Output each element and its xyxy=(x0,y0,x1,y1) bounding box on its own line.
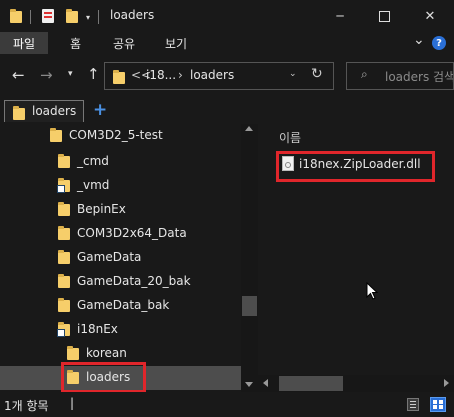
tree-item-label: GameData_20_bak xyxy=(77,274,191,288)
file-highlight-box xyxy=(276,151,435,182)
help-icon[interactable]: ? xyxy=(432,36,446,50)
tree-item-gamedata-20-bak[interactable]: GameData_20_bak xyxy=(0,270,241,294)
scroll-left-icon[interactable] xyxy=(263,379,268,387)
tree-item-vmd[interactable]: _vmd xyxy=(0,174,241,198)
title-bar: ▾ loaders ─ ✕ xyxy=(0,0,454,32)
scroll-thumb[interactable] xyxy=(242,296,257,316)
minimize-icon: ─ xyxy=(336,9,344,23)
folder-icon xyxy=(10,9,22,23)
scroll-down-icon[interactable] xyxy=(245,382,253,387)
tab-view[interactable]: 보기 xyxy=(165,35,187,52)
quick-access-dropdown-icon[interactable]: ▾ xyxy=(86,13,90,22)
expand-ribbon-icon[interactable]: ⌄ xyxy=(413,32,425,48)
tab-share-label: 공유 xyxy=(113,37,136,51)
details-view-icon[interactable] xyxy=(407,398,419,411)
scroll-right-icon[interactable] xyxy=(444,379,449,387)
tab-home-label: 홈 xyxy=(70,37,82,51)
folder-icon xyxy=(58,298,70,312)
folder-shortcut-icon xyxy=(57,322,70,337)
recent-locations-icon[interactable]: ▾ xyxy=(68,69,73,79)
minimize-button[interactable]: ─ xyxy=(318,0,362,32)
tree-item-label: GameData_bak xyxy=(77,298,170,312)
forward-icon[interactable]: → xyxy=(40,66,53,84)
content-pane: 이름 i18nex.ZipLoader.dll xyxy=(258,124,454,392)
maximize-button[interactable] xyxy=(362,0,406,32)
status-separator: | xyxy=(70,396,75,410)
folder-icon xyxy=(58,226,70,240)
tree-item-label: _vmd xyxy=(77,178,110,192)
folder-icon xyxy=(58,202,70,216)
add-tab-icon[interactable]: + xyxy=(93,100,107,120)
close-icon: ✕ xyxy=(424,8,436,24)
up-icon[interactable]: ↑ xyxy=(87,65,100,83)
folder-icon xyxy=(67,346,79,360)
tree-item-label: COM3D2_5-test xyxy=(69,128,163,142)
mouse-cursor-icon xyxy=(366,282,379,300)
address-dropdown-icon[interactable]: ⌄ xyxy=(289,69,297,79)
search-icon: ⌕ xyxy=(361,67,368,81)
breadcrumb-separator: › xyxy=(178,68,183,82)
tab-loaders-label: loaders xyxy=(32,104,77,118)
scroll-thumb[interactable] xyxy=(279,376,343,391)
navigation-pane: COM3D2_5-test _cmd _vmd BepinEx COM3D2x6… xyxy=(0,124,258,392)
content-horizontal-scrollbar[interactable] xyxy=(258,375,454,392)
back-icon[interactable]: ← xyxy=(12,66,25,84)
tree-item-i18nex[interactable]: i18nEx xyxy=(0,318,241,342)
properties-icon[interactable] xyxy=(42,9,54,23)
folder-shortcut-icon xyxy=(57,178,70,193)
window-title: loaders xyxy=(110,8,155,22)
tree-item-label: i18nEx xyxy=(77,322,118,336)
tree-highlight-box xyxy=(61,362,146,392)
search-box[interactable]: ⌕ loaders 검색 xyxy=(346,62,454,90)
status-bar: 1개 항목 | xyxy=(0,392,454,417)
separator xyxy=(30,10,31,24)
maximize-icon xyxy=(378,10,390,22)
explorer-tabs: loaders + xyxy=(0,98,454,124)
refresh-icon[interactable]: ↻ xyxy=(311,66,323,82)
item-count: 1개 항목 xyxy=(4,399,49,413)
scroll-up-icon[interactable] xyxy=(245,126,253,131)
folder-icon xyxy=(58,154,70,168)
ribbon-tabs: 파일 홈 공유 보기 ⌄ ? xyxy=(0,32,454,56)
navigation-bar: ← → ▾ ↑ << i18... › loaders ⌄ ↻ ⌕ loader… xyxy=(0,56,454,96)
close-button[interactable]: ✕ xyxy=(406,0,454,32)
tab-file-label: 파일 xyxy=(12,36,36,51)
tab-home[interactable]: 홈 xyxy=(70,35,81,52)
tree-item-label: GameData xyxy=(77,250,142,264)
folder-icon xyxy=(50,128,62,142)
folder-icon xyxy=(58,250,70,264)
folder-icon xyxy=(58,274,70,288)
separator xyxy=(98,10,99,24)
column-header-name[interactable]: 이름 xyxy=(279,129,301,146)
folder-icon xyxy=(113,70,125,84)
breadcrumb-i18nex[interactable]: i18... xyxy=(146,68,176,82)
tree-item-label: _cmd xyxy=(77,154,109,168)
tab-view-label: 보기 xyxy=(165,37,188,51)
folder-icon xyxy=(13,106,25,120)
tree-item-bepinex[interactable]: BepinEx xyxy=(0,198,241,222)
tree-item-com3d2x64-data[interactable]: COM3D2x64_Data xyxy=(0,222,241,246)
tree-item-label: korean xyxy=(86,346,127,360)
tree-item-label: BepinEx xyxy=(77,202,126,216)
large-icons-view-icon[interactable] xyxy=(430,397,446,412)
tree-item-label: COM3D2x64_Data xyxy=(77,226,187,240)
tree-item-cmd[interactable]: _cmd xyxy=(0,150,241,174)
tab-share[interactable]: 공유 xyxy=(113,35,135,52)
tab-loaders[interactable]: loaders xyxy=(4,100,84,122)
tree-scrollbar[interactable] xyxy=(241,124,258,392)
tree-item-gamedata[interactable]: GameData xyxy=(0,246,241,270)
search-placeholder: loaders 검색 xyxy=(385,70,454,84)
breadcrumb-loaders[interactable]: loaders xyxy=(190,68,234,82)
help-icon-glyph: ? xyxy=(436,37,442,49)
tree-item-gamedata-bak[interactable]: GameData_bak xyxy=(0,294,241,318)
address-box[interactable]: << i18... › loaders ⌄ ↻ xyxy=(104,62,334,90)
tab-file[interactable]: 파일 xyxy=(0,32,48,54)
new-folder-icon[interactable] xyxy=(66,9,78,23)
tree-item-com3d2-5-test[interactable]: COM3D2_5-test xyxy=(0,124,241,148)
